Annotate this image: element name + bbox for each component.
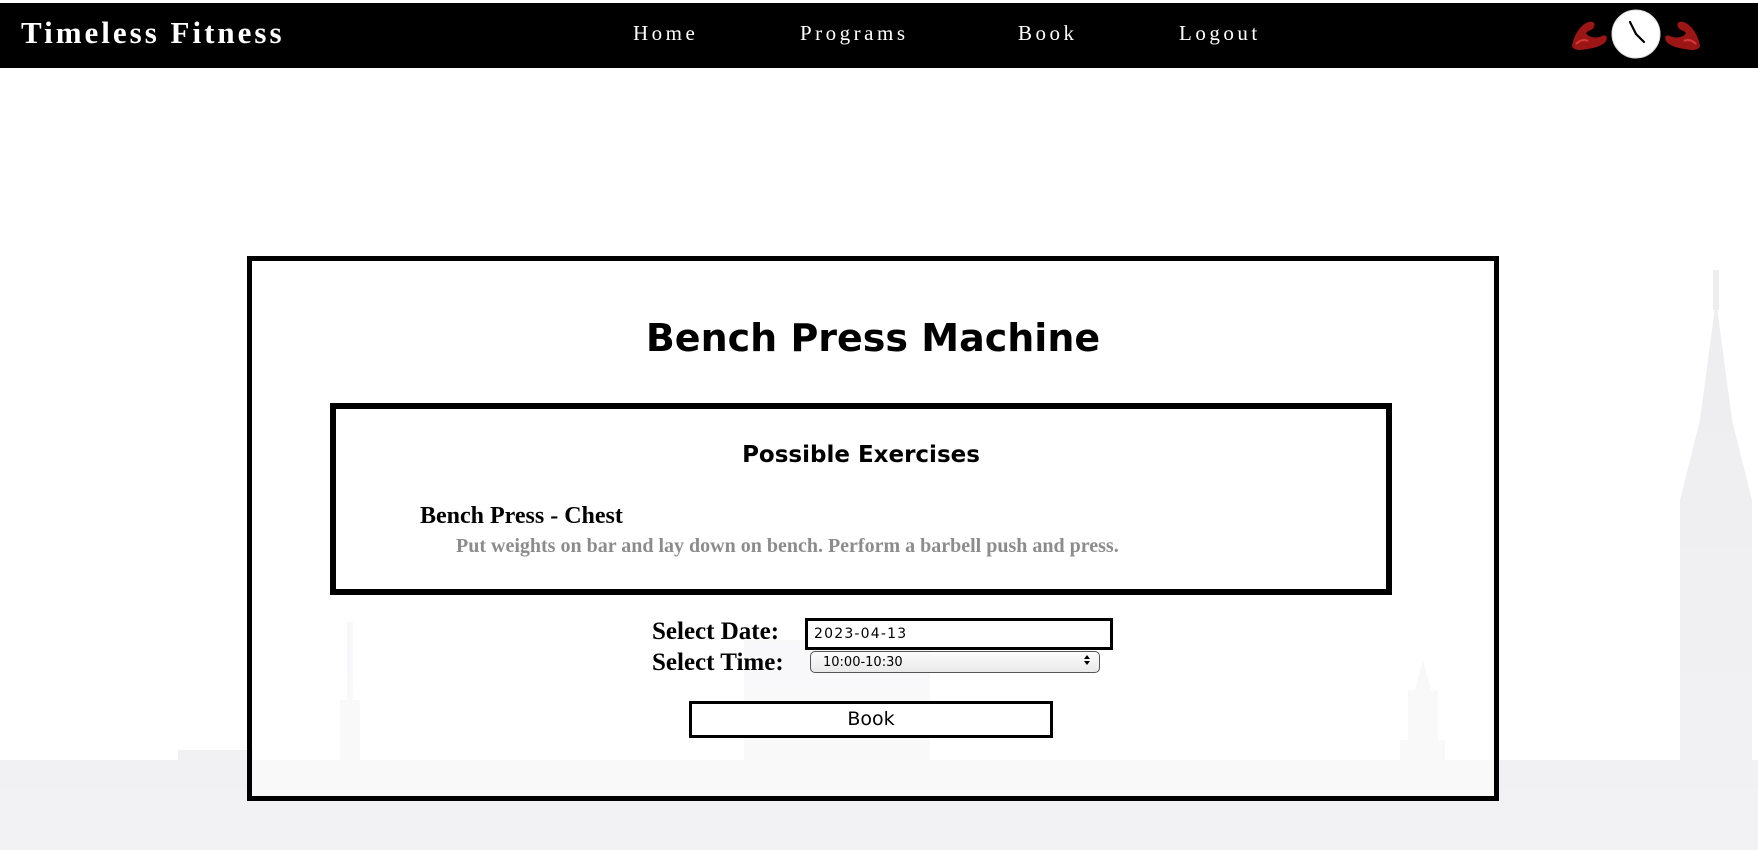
nav-link-home[interactable]: Home — [633, 21, 698, 45]
nav-link-logout[interactable]: Logout — [1179, 21, 1261, 45]
time-select[interactable]: 10:00-10:30 — [810, 651, 1100, 673]
brand-title[interactable]: Timeless Fitness — [21, 15, 285, 51]
exercise-name: Bench Press - Chest — [420, 503, 623, 529]
updown-chevron-icon — [1083, 652, 1091, 674]
flexing-arms-clock-icon[interactable] — [1570, 6, 1702, 64]
nav-link-programs[interactable]: Programs — [800, 21, 909, 45]
book-button[interactable]: Book — [689, 701, 1053, 738]
date-label: Select Date: — [652, 618, 780, 645]
navbar: Timeless Fitness Home Programs Book Logo… — [0, 3, 1758, 68]
exercises-box: Possible Exercises Bench Press - Chest P… — [330, 403, 1392, 595]
time-select-value: 10:00-10:30 — [823, 655, 903, 670]
date-field[interactable]: 2023-04-13 — [805, 618, 1113, 650]
machine-title: Bench Press Machine — [645, 316, 1101, 360]
page: Timeless Fitness Home Programs Book Logo… — [0, 0, 1758, 850]
booking-card: Bench Press Machine Possible Exercises B… — [247, 256, 1499, 801]
time-label: Select Time: — [652, 649, 784, 676]
exercise-description: Put weights on bar and lay down on bench… — [456, 535, 1119, 557]
exercises-heading: Possible Exercises — [742, 442, 980, 468]
nav-link-book[interactable]: Book — [1018, 21, 1078, 45]
